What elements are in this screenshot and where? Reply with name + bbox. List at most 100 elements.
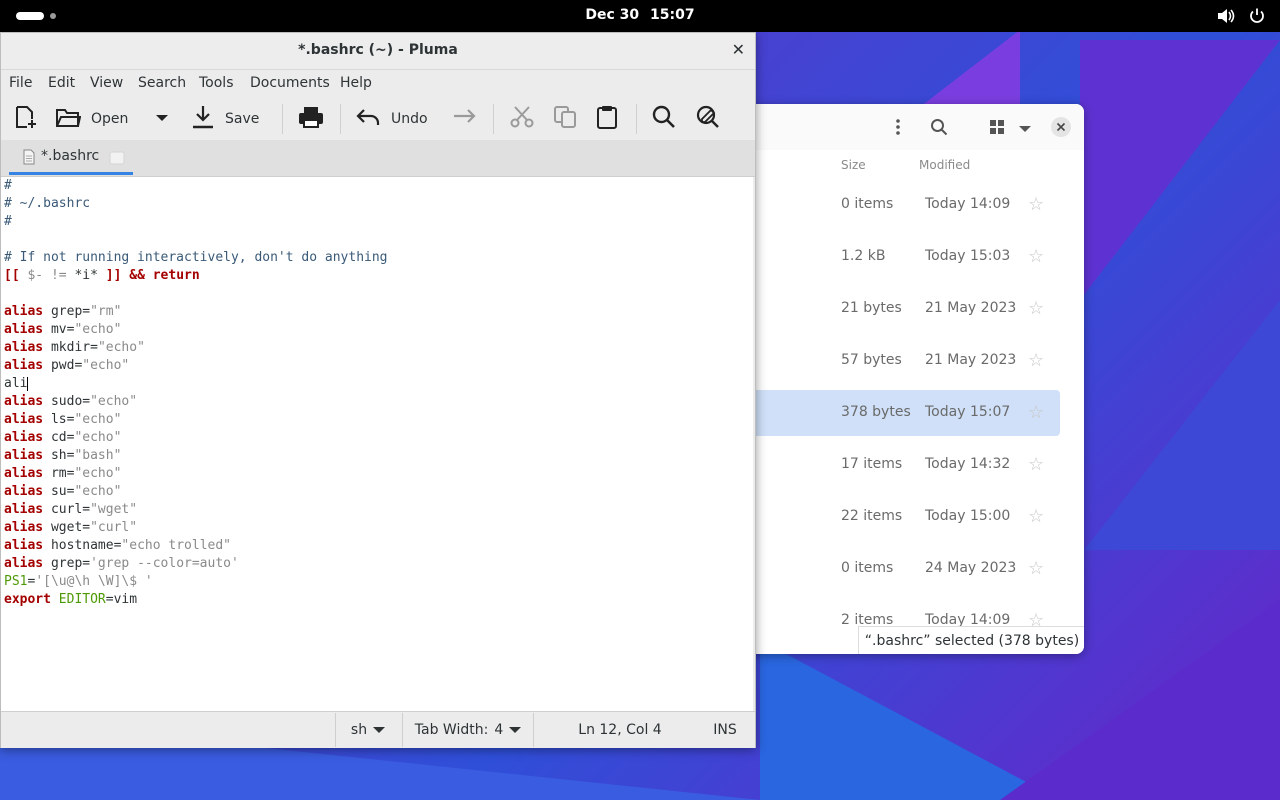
code-line: alias ls="echo"	[4, 412, 122, 427]
menu-search[interactable]: Search	[138, 75, 186, 91]
status-bar: sh Tab Width: 4 Ln 12, Col 4 INS	[1, 711, 755, 748]
tab-width-value: 4	[494, 722, 504, 738]
file-row[interactable]: 378 bytes Today 15:07 ☆	[746, 390, 1060, 436]
code-line: alias pwd="echo"	[4, 358, 130, 373]
title-bar[interactable]: *.bashrc (~) - Pluma ✕	[1, 33, 755, 70]
code-line: export EDITOR=vim	[4, 592, 138, 607]
menu-help[interactable]: Help	[340, 75, 372, 91]
clock-time: 15:07	[650, 7, 695, 23]
column-size[interactable]: Size	[841, 158, 866, 172]
find-button[interactable]	[651, 104, 677, 134]
scissors-icon	[509, 104, 535, 134]
language-selector[interactable]: sh	[335, 713, 400, 747]
save-button[interactable]: Save	[191, 104, 259, 134]
clock[interactable]: Dec 30 15:07	[0, 7, 1280, 23]
toolbar-separator	[493, 104, 494, 134]
file-row[interactable]: 1.2 kB Today 15:03 ☆	[740, 234, 1084, 280]
paste-button[interactable]	[595, 104, 619, 134]
file-row[interactable]: 22 items Today 15:00 ☆	[740, 494, 1084, 540]
code-line: # ~/.bashrc	[4, 196, 91, 211]
star-icon[interactable]: ☆	[1028, 298, 1044, 319]
undo-button[interactable]: Undo	[355, 104, 428, 134]
search-icon	[651, 104, 677, 134]
file-row[interactable]: 0 items Today 14:09 ☆	[740, 182, 1084, 228]
code-line: ali	[4, 376, 29, 391]
menu-bar: File Edit View Search Tools Documents He…	[1, 70, 755, 98]
menu-file[interactable]: File	[9, 75, 32, 91]
code-line: alias sh="bash"	[4, 448, 122, 463]
star-icon[interactable]: ☆	[1028, 506, 1044, 527]
code-line: alias curl="wget"	[4, 502, 138, 517]
file-row[interactable]: 57 bytes 21 May 2023 ☆	[740, 338, 1084, 384]
file-row[interactable]: 0 items 24 May 2023 ☆	[740, 546, 1084, 592]
find-replace-button[interactable]	[695, 104, 721, 134]
power-icon[interactable]	[1248, 7, 1266, 29]
open-label: Open	[91, 111, 129, 127]
code-line: alias su="echo"	[4, 484, 122, 499]
file-row[interactable]: 21 bytes 21 May 2023 ☆	[740, 286, 1084, 332]
open-button[interactable]: Open	[55, 104, 128, 134]
pluma-window: *.bashrc (~) - Pluma ✕ File Edit View Se…	[0, 32, 756, 748]
files-window: Size Modified 0 items Today 14:09 ☆ 1.2 kB T…	[740, 104, 1084, 654]
save-label: Save	[225, 111, 260, 127]
tab-width-label: Tab Width:	[414, 722, 489, 738]
search-icon[interactable]	[930, 118, 948, 140]
code-line: # If not running interactively, don't do…	[4, 250, 388, 265]
star-icon[interactable]: ☆	[1028, 350, 1044, 371]
insert-mode: INS	[713, 722, 737, 738]
top-bar: Dec 30 15:07	[0, 0, 1280, 32]
tab-close-icon[interactable]	[109, 151, 125, 169]
files-headerbar	[740, 104, 1084, 150]
close-icon[interactable]	[1050, 116, 1072, 142]
find-replace-icon	[695, 104, 721, 134]
file-modified: Today 15:00	[925, 508, 1011, 524]
file-modified: 24 May 2023	[925, 560, 1017, 576]
star-icon[interactable]: ☆	[1028, 454, 1044, 475]
view-options-chevron-icon[interactable]	[1018, 122, 1032, 138]
code-line: alias mkdir="echo"	[4, 340, 145, 355]
code-line: alias grep='grep --color=auto'	[4, 556, 239, 571]
undo-icon	[355, 105, 381, 133]
star-icon[interactable]: ☆	[1028, 402, 1044, 423]
file-modified: 21 May 2023	[925, 300, 1017, 316]
file-row[interactable]: 17 items Today 14:32 ☆	[740, 442, 1084, 488]
tab-bashrc[interactable]: *.bashrc	[9, 140, 133, 175]
copy-button[interactable]	[552, 104, 578, 134]
more-options-icon[interactable]	[890, 118, 906, 140]
column-modified[interactable]: Modified	[919, 158, 970, 172]
toolbar: Open Save Undo	[1, 98, 755, 141]
text-editor[interactable]: # # ~/.bashrc # # If not running interactiv…	[1, 177, 753, 711]
print-icon	[297, 104, 325, 134]
file-modified: Today 15:03	[925, 248, 1011, 264]
open-recent-dropdown[interactable]	[155, 104, 169, 134]
folder-open-icon	[55, 104, 82, 134]
new-document-button[interactable]	[13, 104, 39, 134]
bg-shard	[1084, 300, 1280, 550]
volume-icon[interactable]	[1216, 7, 1236, 29]
redo-button[interactable]	[451, 104, 477, 134]
close-window-icon[interactable]: ✕	[732, 40, 745, 59]
star-icon[interactable]: ☆	[1028, 558, 1044, 579]
menu-edit[interactable]: Edit	[48, 75, 75, 91]
tab-width-selector[interactable]: Tab Width: 4	[402, 713, 534, 747]
code-line: #	[4, 178, 12, 193]
print-button[interactable]	[297, 104, 325, 134]
menu-tools[interactable]: Tools	[199, 75, 234, 91]
menu-view[interactable]: View	[90, 75, 123, 91]
star-icon[interactable]: ☆	[1028, 194, 1044, 215]
code-line: alias hostname="echo trolled"	[4, 538, 231, 553]
grid-view-icon[interactable]	[988, 118, 1006, 140]
code-line: alias mv="echo"	[4, 322, 122, 337]
cut-button[interactable]	[509, 104, 535, 134]
code-line: alias rm="echo"	[4, 466, 122, 481]
star-icon[interactable]: ☆	[1028, 246, 1044, 267]
active-tab-indicator	[9, 172, 133, 175]
tab-label: *.bashrc	[41, 148, 100, 164]
text-cursor	[27, 376, 29, 391]
clock-date: Dec 30	[585, 7, 640, 23]
file-size: 22 items	[841, 508, 903, 524]
files-column-headers: Size Modified	[740, 150, 1084, 184]
file-modified: Today 14:09	[925, 196, 1011, 212]
menu-documents[interactable]: Documents	[250, 75, 330, 91]
chevron-down-icon	[155, 111, 169, 127]
